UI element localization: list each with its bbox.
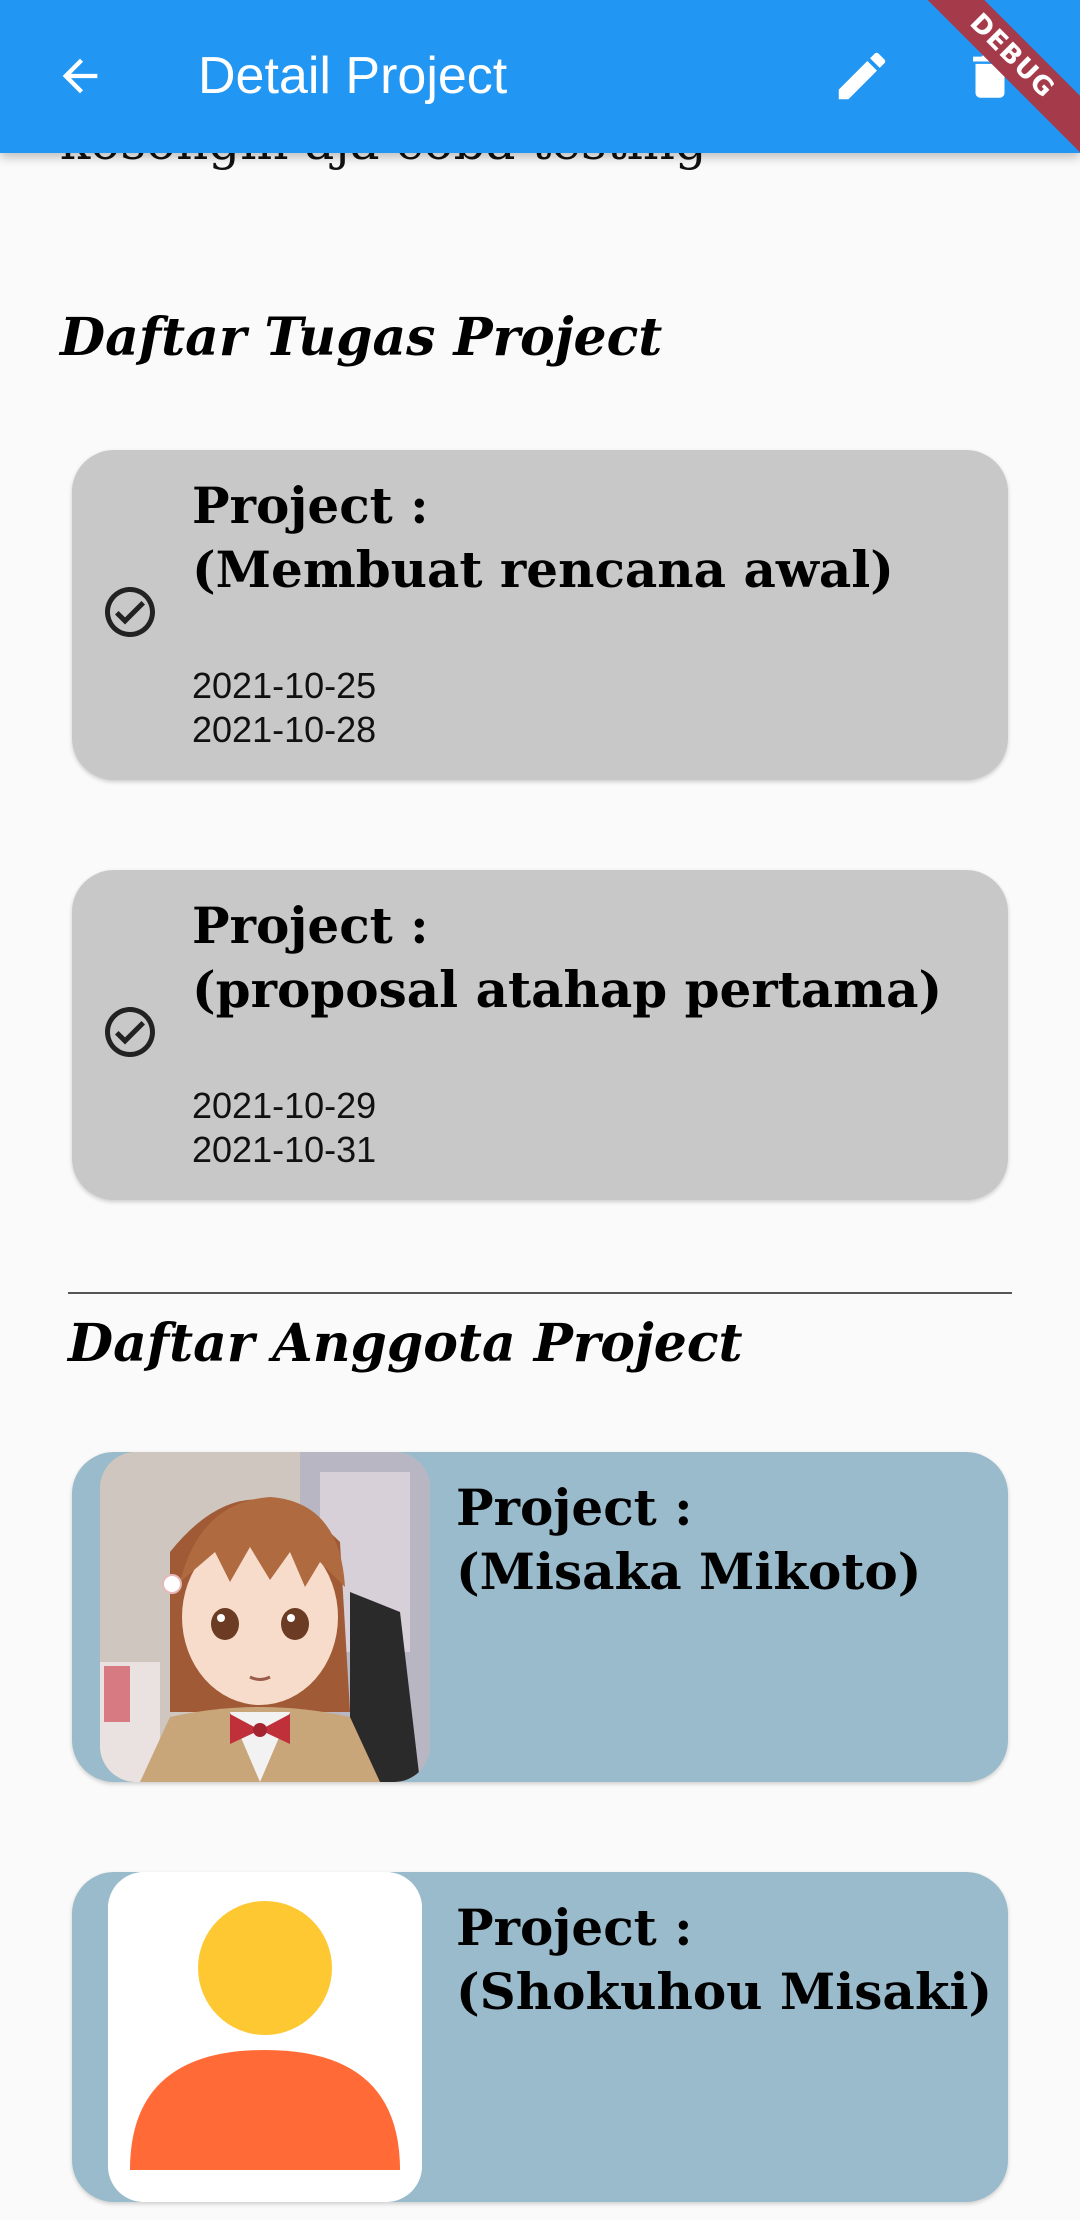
app-bar: Detail Project DEBUG [0, 0, 1080, 177]
task-title-prefix: Project : [192, 896, 429, 955]
member-name-value: (Shokuhou Misaki) [456, 1962, 993, 2021]
member-card[interactable]: Project : (Misaka Mikoto) [72, 1452, 1008, 1782]
members-section-title: Daftar Anggota Project [68, 1313, 743, 1374]
edit-button[interactable] [822, 36, 902, 116]
pencil-icon [838, 52, 886, 100]
task-start-date: 2021-10-29 [192, 1085, 377, 1126]
task-title-name: (proposal atahap pertama) [192, 960, 943, 1019]
task-title-name: (Membuat rencana awal) [192, 540, 894, 599]
member-name-prefix: Project : [456, 1898, 693, 1957]
task-card[interactable]: Project : (Membuat rencana awal) 2021-10… [72, 450, 1008, 780]
task-card[interactable]: Project : (proposal atahap pertama) 2021… [72, 870, 1008, 1200]
tasks-section-title: Daftar Tugas Project [60, 307, 663, 368]
back-button[interactable] [40, 36, 120, 116]
check-circle-icon [105, 587, 155, 637]
arrow-back-icon [62, 58, 98, 94]
member-avatar-default [108, 1872, 422, 2202]
member-name-prefix: Project : [456, 1478, 693, 1537]
page-title: Detail Project [198, 47, 508, 105]
task-end-date: 2021-10-28 [192, 709, 377, 750]
default-person-icon [108, 1872, 422, 2202]
task-title-prefix: Project : [192, 476, 429, 535]
check-circle-icon [105, 1007, 155, 1057]
member-name-value: (Misaka Mikoto) [456, 1542, 922, 1601]
member-avatar-photo [100, 1452, 430, 1782]
anime-girl-photo [100, 1452, 430, 1782]
member-name: Project : (Shokuhou Misaki) [456, 1896, 992, 2024]
member-card[interactable]: Project : (Shokuhou Misaki) [72, 1872, 1008, 2202]
member-name: Project : (Misaka Mikoto) [456, 1476, 921, 1604]
task-end-date: 2021-10-31 [192, 1129, 377, 1170]
task-start-date: 2021-10-25 [192, 665, 377, 706]
task-title: Project : (proposal atahap pertama) [192, 894, 942, 1022]
task-title: Project : (Membuat rencana awal) [192, 474, 894, 602]
section-divider [68, 1292, 1012, 1294]
screen: kosongin aja coba testing Detail Project… [0, 0, 1080, 2220]
